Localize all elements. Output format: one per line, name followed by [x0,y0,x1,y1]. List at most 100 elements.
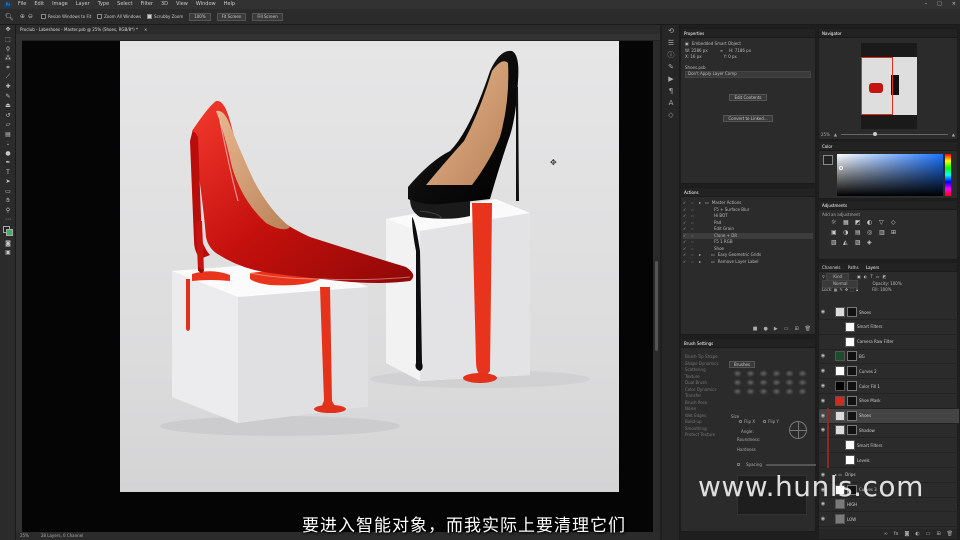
more-tools-icon[interactable]: ⋯ [0,215,16,225]
black-white-icon[interactable]: ◑ [843,229,852,236]
exposure-icon[interactable]: ◐ [867,219,876,226]
close-tab-icon[interactable]: × [144,27,147,32]
document-canvas[interactable]: ✥ [120,41,619,492]
vibrance-icon[interactable]: ▽ [879,219,888,226]
lock-icons[interactable]: ▦✎✥⬚🔒︎ [834,287,860,294]
visibility-eye-icon[interactable]: ◉ [819,368,827,374]
layer-row[interactable]: Camera Raw Filter [819,335,959,350]
visibility-eye-icon[interactable]: ◉ [819,516,827,522]
brush-option[interactable]: Protect Texture [685,432,729,439]
convert-linked-button[interactable]: Convert to Linked... [723,114,773,122]
new-action-icon[interactable]: ⊞ [794,326,798,332]
brush-preset[interactable] [759,370,768,377]
brush-preset[interactable] [798,388,807,395]
brush-preset[interactable] [798,370,807,377]
scrubby-zoom-checkbox[interactable]: Scrubby Zoom [147,14,183,19]
layer-mask-thumbnail[interactable] [847,410,857,421]
layer-row[interactable]: ◉ LOW [819,512,959,528]
brush-preset[interactable] [759,388,768,395]
minimize-icon[interactable]: – [925,0,928,9]
height-field[interactable]: 7186 px [735,48,751,55]
layer-row[interactable]: ◉ Curves 2 [819,364,959,380]
resize-windows-checkbox[interactable]: Resize Windows to Fit [40,14,91,19]
hand-tool-icon[interactable]: ✋︎ [0,196,16,206]
layer-row[interactable]: ◉ Shoe Mask [819,394,959,409]
brush-panel-icon[interactable]: ✎ [662,61,680,73]
visibility-eye-icon[interactable]: ◉ [819,353,827,359]
visibility-eye-icon[interactable]: ◉ [819,383,827,389]
zoom-in-small-icon[interactable]: ▲ [952,132,955,137]
marquee-tool-icon[interactable]: ⬚ [0,35,16,45]
clone-stamp-tool-icon[interactable]: ⏏ [0,101,16,111]
layer-mask-thumbnail[interactable] [847,395,857,406]
navigator-zoom-slider[interactable] [840,132,948,136]
menu-help[interactable]: Help [224,0,235,9]
path-selection-tool-icon[interactable]: ➤ [0,177,16,187]
navigator-zoom-value[interactable]: 25% [821,132,830,137]
layer-row[interactable]: ◉ BG [819,349,959,365]
zoom-status[interactable]: 25% [20,532,29,540]
brush-preset[interactable] [772,370,781,377]
brushes-button[interactable]: Brushes [729,361,756,368]
edit-contents-button[interactable]: Edit Contents [729,93,767,101]
layer-mask-thumbnail[interactable] [847,366,857,377]
menu-select[interactable]: Select [117,0,132,9]
brush-preset[interactable] [733,388,742,395]
visibility-eye-icon[interactable]: ◉ [819,427,827,433]
eyedropper-tool-icon[interactable]: ⟋ [0,73,16,83]
eraser-tool-icon[interactable]: ▱ [0,120,16,130]
selective-color-icon[interactable]: ◈ [867,239,876,246]
flip-y-checkbox[interactable]: Flip Y [763,419,779,424]
tab-paths[interactable]: Paths [848,265,859,270]
menu-window[interactable]: Window [196,0,216,9]
lasso-tool-icon[interactable]: ϙ [0,44,16,54]
y-field[interactable]: 0 px [728,54,737,61]
zoom-out-small-icon[interactable]: ▲ [834,132,837,137]
brush-preset[interactable] [785,388,794,395]
layer-row[interactable]: Smart Filters [819,320,959,335]
brush-preset[interactable] [798,379,807,386]
properties-panel-icon[interactable]: ☰ [662,37,680,49]
new-group-icon[interactable]: ▭ [926,531,931,537]
history-brush-tool-icon[interactable]: ↺ [0,111,16,121]
layer-row[interactable]: ◉ Shoes [819,408,959,424]
history-panel-icon[interactable]: ⟲ [662,25,680,37]
menu-type[interactable]: Type [98,0,109,9]
info-panel-icon[interactable]: ⓘ [662,49,680,61]
gradient-map-icon[interactable]: ▨ [855,239,864,246]
zoom-tool-icon[interactable]: 🔍︎ [5,13,14,21]
x-field[interactable]: 16 px [690,54,701,61]
action-dialog-icon[interactable]: ▫ [691,259,699,266]
brush-preset[interactable] [746,370,755,377]
menu-filter[interactable]: Filter [141,0,153,9]
layer-mask-thumbnail[interactable] [847,425,857,436]
posterize-icon[interactable]: ▧ [831,239,840,246]
layer-row[interactable]: ◉ Shadow [819,422,959,439]
color-balance-icon[interactable]: ▣ [831,229,840,236]
crop-tool-icon[interactable]: ⌗ [0,63,16,73]
paragraph-panel-icon[interactable]: ¶ [662,85,680,97]
spacing-control[interactable]: Spacing [737,462,816,467]
fx-icon[interactable]: fx [894,531,899,537]
brush-preset[interactable] [733,370,742,377]
visibility-eye-icon[interactable]: ◉ [819,309,827,315]
hue-slider[interactable] [945,154,951,196]
layer-row[interactable]: ◉ Color Fill 1 [819,379,959,394]
quick-mask-icon[interactable]: ◙ [0,239,16,249]
fill-screen-button[interactable]: Fill Screen [252,12,283,21]
layer-row[interactable]: Smart Filters [819,437,959,454]
new-set-icon[interactable]: ▭ [784,326,789,332]
visibility-eye-icon[interactable]: ◉ [819,398,827,404]
blur-tool-icon[interactable]: 💧︎ [0,139,16,149]
hue-saturation-icon[interactable]: ◇ [891,219,900,226]
zoom-out-icon[interactable]: ⊖ [28,13,33,20]
tab-channels[interactable]: Channels [822,265,841,270]
foreground-swatch[interactable] [823,155,833,165]
record-icon[interactable]: ● [763,326,767,332]
brush-tool-icon[interactable]: ✎ [0,92,16,102]
brush-preset[interactable] [772,379,781,386]
fill-field[interactable]: 100% [880,287,891,294]
menu-layer[interactable]: Layer [76,0,90,9]
flip-x-checkbox[interactable]: Flip X [739,419,755,424]
layer-mask-thumbnail[interactable] [847,307,857,317]
